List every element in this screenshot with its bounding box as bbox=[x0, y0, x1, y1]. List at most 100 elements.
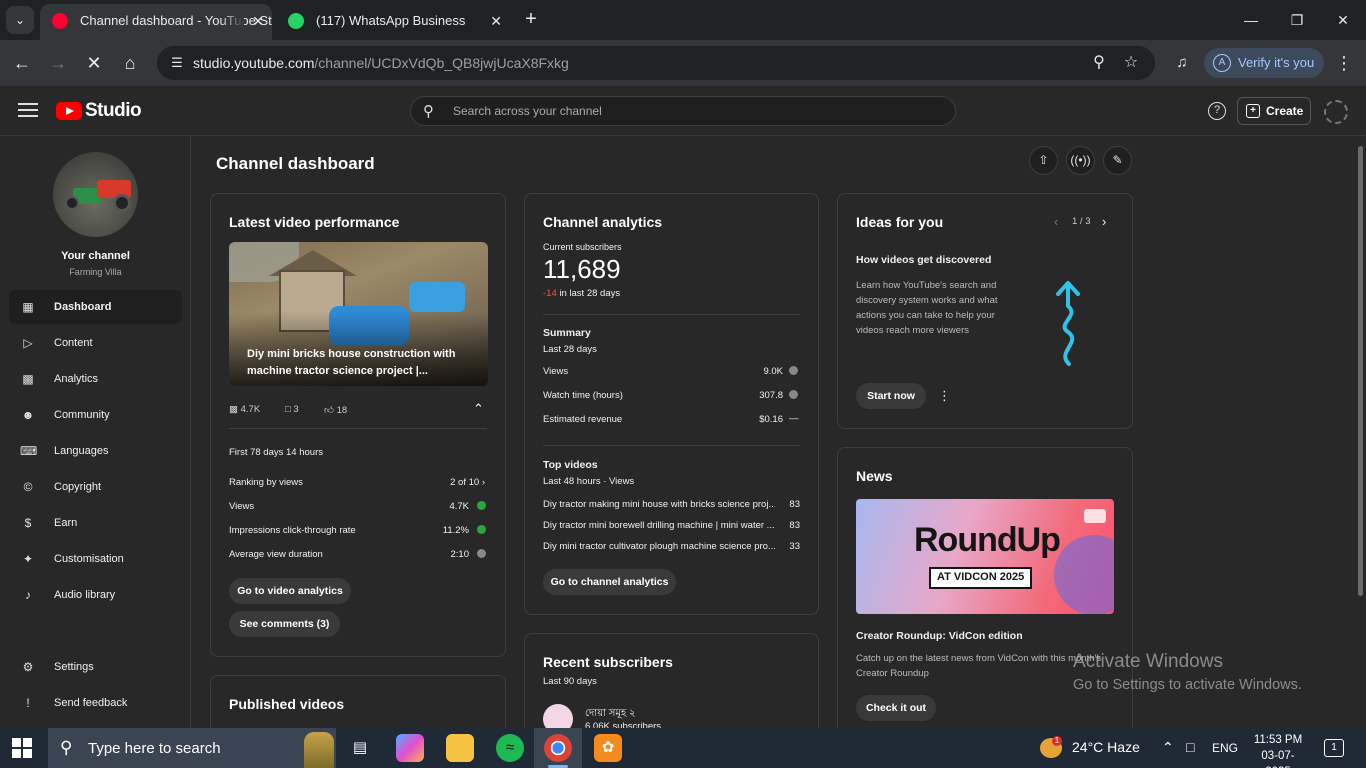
url-host: studio.youtube.com bbox=[193, 55, 315, 71]
create-label: Create bbox=[1266, 104, 1304, 118]
upload-video-button[interactable]: ⇧ bbox=[1029, 146, 1058, 175]
search-placeholder: Search across your channel bbox=[453, 104, 602, 118]
ranking-label: Ranking by views bbox=[229, 477, 303, 488]
subscribers-count: 11,689 bbox=[543, 254, 621, 284]
create-post-button[interactable]: ✎ bbox=[1103, 146, 1132, 175]
meet-icon[interactable]: □ bbox=[1186, 739, 1194, 755]
start-now-button[interactable]: Start now bbox=[856, 383, 926, 409]
latest-video-thumbnail[interactable]: Diy mini bricks house construction with … bbox=[229, 242, 488, 386]
status-positive-icon bbox=[477, 525, 486, 534]
zoom-icon[interactable]: ⚲ bbox=[1089, 53, 1109, 73]
go-to-video-analytics-button[interactable]: Go to video analytics bbox=[229, 578, 351, 604]
create-button[interactable]: + Create bbox=[1237, 97, 1311, 125]
tab-search-button[interactable]: ⌄ bbox=[6, 6, 34, 34]
next-idea-icon[interactable]: › bbox=[1102, 214, 1106, 229]
sidebar-item-dashboard[interactable]: ▦ Dashboard bbox=[9, 290, 182, 324]
idea-headline: How videos get discovered bbox=[856, 254, 992, 266]
news-image-title: RoundUp bbox=[914, 521, 1061, 559]
site-info-icon[interactable]: ☰ bbox=[165, 51, 189, 75]
go-to-channel-analytics-button[interactable]: Go to channel analytics bbox=[543, 569, 676, 595]
channel-avatar[interactable] bbox=[53, 152, 138, 237]
sidebar-item-customisation[interactable]: ✦ Customisation bbox=[9, 542, 182, 576]
menu-hamburger-icon[interactable] bbox=[16, 100, 40, 120]
previous-idea-icon[interactable]: ‹ bbox=[1054, 214, 1058, 229]
sidebar-item-content[interactable]: ▷ Content bbox=[9, 326, 182, 360]
languages-icon: ⌨ bbox=[20, 444, 38, 458]
create-video-icon: + bbox=[1246, 104, 1260, 118]
windows-start-icon[interactable] bbox=[12, 738, 32, 758]
card-title: Recent subscribers bbox=[543, 654, 673, 670]
sidebar-item-analytics[interactable]: ▩ Analytics bbox=[9, 362, 182, 396]
top-video-views: 83 bbox=[789, 499, 800, 510]
media-controls-icon[interactable]: ♫ bbox=[1168, 49, 1196, 77]
notification-center-icon[interactable]: 1 bbox=[1324, 739, 1344, 757]
verify-profile-button[interactable]: A Verify it's you bbox=[1204, 48, 1324, 78]
taskbar-search-input[interactable]: ⚲ Type here to search bbox=[48, 728, 336, 768]
search-icon: ⚲ bbox=[423, 103, 434, 120]
sidebar-item-copyright[interactable]: © Copyright bbox=[9, 470, 182, 504]
page-scrollbar[interactable] bbox=[1355, 136, 1366, 728]
news-image[interactable]: RoundUp AT VIDCON 2025 bbox=[856, 499, 1114, 614]
forward-button[interactable]: → bbox=[44, 49, 72, 77]
sidebar-item-community[interactable]: ☻ Community bbox=[9, 398, 182, 432]
home-button[interactable]: ⌂ bbox=[116, 49, 144, 77]
stop-loading-button[interactable]: ✕ bbox=[80, 49, 108, 77]
sidebar-item-settings[interactable]: ⚙ Settings bbox=[9, 650, 182, 684]
help-icon[interactable]: ? bbox=[1208, 102, 1226, 120]
ranking-value[interactable]: 2 of 10 › bbox=[421, 477, 485, 488]
more-options-icon[interactable]: ⋮ bbox=[938, 388, 951, 404]
sidebar-item-languages[interactable]: ⌨ Languages bbox=[9, 434, 182, 468]
sidebar-item-send-feedback[interactable]: ! Send feedback bbox=[9, 686, 182, 720]
back-button[interactable]: ← bbox=[8, 49, 36, 77]
views-icon: ▩ bbox=[229, 404, 238, 415]
see-comments-button[interactable]: See comments (3) bbox=[229, 611, 340, 637]
subscribers-label: Current subscribers bbox=[543, 242, 622, 252]
tray-expand-icon[interactable]: ⌃ bbox=[1162, 739, 1174, 756]
close-window-button[interactable]: ✕ bbox=[1320, 6, 1366, 34]
url-text[interactable]: studio.youtube.com/channel/UCDxVdQb_QB8j… bbox=[193, 55, 569, 71]
copilot-icon[interactable] bbox=[396, 734, 424, 762]
account-avatar[interactable] bbox=[1324, 100, 1348, 124]
browser-menu-icon[interactable]: ⋮ bbox=[1330, 49, 1358, 77]
news-image-badge: AT VIDCON 2025 bbox=[929, 567, 1033, 589]
customisation-icon: ✦ bbox=[22, 552, 34, 566]
address-bar[interactable]: ☰ studio.youtube.com/channel/UCDxVdQb_QB… bbox=[157, 46, 1155, 80]
channel-search-input[interactable]: ⚲ Search across your channel bbox=[410, 96, 956, 126]
url-path: /channel/UCDxVdQb_QB8jwjUcaX8Fxkg bbox=[314, 55, 569, 71]
tab-whatsapp[interactable]: (117) WhatsApp Business ✕ bbox=[276, 4, 510, 40]
weather-text[interactable]: 24°C Haze bbox=[1072, 739, 1140, 755]
close-tab-icon[interactable]: ✕ bbox=[252, 4, 264, 38]
fl-studio-icon[interactable]: ✿ bbox=[594, 734, 622, 762]
check-it-out-button[interactable]: Check it out bbox=[856, 695, 936, 721]
new-tab-button[interactable]: + bbox=[520, 8, 542, 30]
content-icon: ▷ bbox=[23, 336, 33, 350]
settings-icon: ⚙ bbox=[22, 660, 34, 674]
sidebar-item-label: Settings bbox=[54, 661, 94, 673]
video-title: Diy mini bricks house construction with … bbox=[247, 348, 456, 377]
sidebar-item-earn[interactable]: $ Earn bbox=[9, 506, 182, 540]
views-stat: ▩ 4.7K bbox=[229, 404, 261, 415]
go-live-button[interactable]: ((•)) bbox=[1066, 146, 1095, 175]
chrome-icon[interactable] bbox=[544, 734, 572, 768]
search-highlight-image bbox=[304, 732, 334, 768]
earn-icon: $ bbox=[24, 516, 32, 530]
restore-button[interactable]: ❐ bbox=[1274, 6, 1320, 34]
task-view-icon[interactable]: ▤ bbox=[346, 734, 374, 762]
close-tab-icon[interactable]: ✕ bbox=[490, 4, 502, 38]
top-video-title[interactable]: Diy tractor making mini house with brick… bbox=[543, 499, 775, 510]
bookmark-star-icon[interactable]: ☆ bbox=[1121, 53, 1141, 73]
top-video-title[interactable]: Diy tractor mini borewell drilling machi… bbox=[543, 520, 775, 531]
taskbar-clock[interactable]: 11:53 PM 03-07-2025 bbox=[1250, 732, 1306, 768]
summary-revenue-label: Estimated revenue bbox=[543, 414, 623, 425]
news-card: News RoundUp AT VIDCON 2025 Creator Roun… bbox=[837, 447, 1133, 747]
logo-text: Studio bbox=[85, 100, 142, 121]
file-explorer-icon[interactable] bbox=[446, 734, 474, 762]
collapse-chevron-up-icon[interactable]: ⌃ bbox=[473, 401, 484, 417]
chevron-right-icon: › bbox=[481, 477, 485, 488]
sidebar-item-audio-library[interactable]: ♪ Audio library bbox=[9, 578, 182, 612]
language-indicator[interactable]: ENG bbox=[1212, 741, 1238, 755]
minimize-button[interactable]: — bbox=[1228, 6, 1274, 34]
tab-youtube-studio[interactable]: Channel dashboard - YouTube Studio ✕ bbox=[40, 4, 272, 40]
top-video-title[interactable]: Diy mini tractor cultivator plough machi… bbox=[543, 541, 775, 552]
spotify-icon[interactable]: ≈ bbox=[496, 734, 524, 762]
